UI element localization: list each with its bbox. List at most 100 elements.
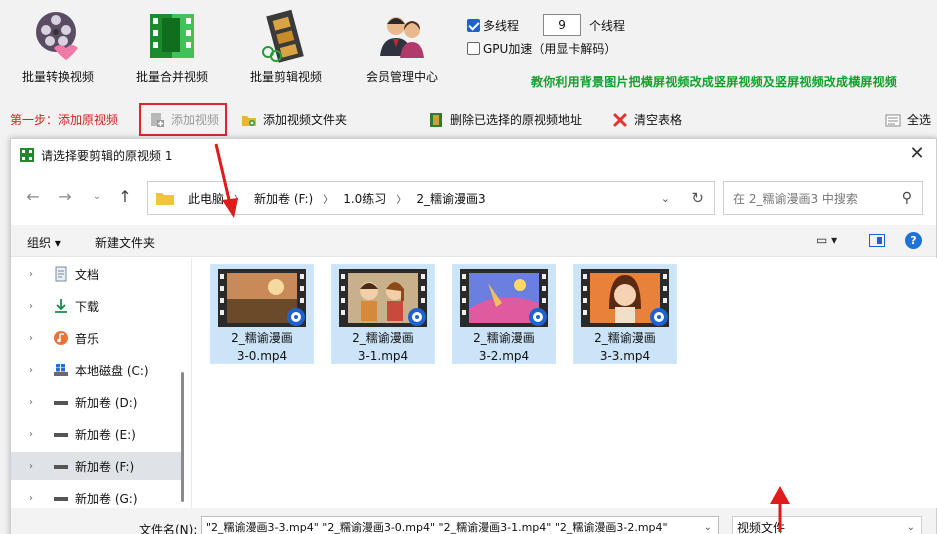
address-dropdown-icon[interactable]: ⌄ [661,192,670,205]
select-all-icon [885,114,901,126]
download-icon [55,299,67,313]
search-icon: ⚲ [901,190,912,206]
sidebar-item-drive-c[interactable]: › 本地磁盘 (C:) [11,356,181,384]
dialog-footer: 文件名(N): "2_糯谕漫画3-3.mp4" "2_糯谕漫画3-0.mp4" … [11,508,936,534]
film-merge-icon [150,14,194,58]
sidebar-item-music[interactable]: › 音乐 [11,324,181,352]
thread-count-input[interactable]: 9 [543,14,582,36]
recent-chevron-icon[interactable]: ⌄ [87,187,107,207]
file-name: 2_糯谕漫画 3-0.mp4 [231,331,293,363]
delete-selected-button[interactable]: 删除已选择的原视频地址 [428,111,582,128]
new-folder-button[interactable]: 新建文件夹 [95,234,155,251]
sidebar-label: 新加卷 (E:) [75,427,136,442]
multithread-option: 多线程 9 个线程 [467,14,625,36]
up-arrow-icon[interactable]: ↑ [115,187,135,207]
action-bar: 第一步：添加原视频 添加视频 添加视频文件夹 删除已选择的原视频地址 清空表格 … [0,102,937,136]
sidebar-item-drive-d[interactable]: › 新加卷 (D:) [11,388,181,416]
back-arrow-icon[interactable]: ← [23,187,43,207]
gpu-label: GPU加速（用显卡解码） [483,42,617,56]
sidebar-scrollbar[interactable] [181,372,184,502]
filename-value: "2_糯谕漫画3-3.mp4" "2_糯谕漫画3-0.mp4" "2_糯谕漫画3… [206,521,668,534]
navigation-bar: ← → ⌄ ↑ 此电脑 〉 新加卷 (F:) 〉 1.0练习 〉 2_糯谕漫画3… [11,175,936,219]
add-file-icon [151,112,164,127]
breadcrumb-separator-icon: 〉 [323,194,334,206]
breadcrumb-2[interactable]: 1.0练习 [343,190,386,207]
film-delete-icon [430,112,442,127]
organize-menu[interactable]: 组织 ▾ [27,234,61,251]
select-all-button[interactable]: 全选 [885,111,931,128]
app-window: 批量转换视频 批量合并视频 批量剪辑视频 会员管理中心 多线程 9 个线程 GP… [0,0,937,534]
view-options-icon[interactable]: ▭ ▾ [816,233,846,249]
batch-edit-button[interactable]: 批量剪辑视频 [236,8,336,85]
sidebar-label: 新加卷 (D:) [75,395,138,410]
add-folder-button[interactable]: 添加视频文件夹 [241,111,347,128]
annotation-arrow-icon [770,486,790,532]
sidebar-item-drive-f[interactable]: › 新加卷 (F:) [11,452,181,480]
file-item[interactable]: 2_糯谕漫画 3-2.mp4 [452,264,556,364]
gpu-checkbox[interactable] [467,42,480,55]
chevron-right-icon[interactable]: › [29,493,39,504]
film-scissors-icon [262,9,304,63]
breadcrumb-1[interactable]: 新加卷 (F:) [254,190,313,207]
chevron-right-icon[interactable]: › [29,461,39,472]
member-center-button[interactable]: 会员管理中心 [352,8,452,85]
breadcrumb-3[interactable]: 2_糯谕漫画3 [416,190,485,207]
sidebar-item-drive-e[interactable]: › 新加卷 (E:) [11,420,181,448]
file-name: 2_糯谕漫画 3-1.mp4 [352,331,414,363]
multithread-checkbox[interactable] [467,18,480,32]
file-name: 2_糯谕漫画 3-2.mp4 [473,331,535,363]
drive-icon [54,401,68,405]
step-label: 第一步：添加原视频 [10,113,119,127]
chevron-down-icon[interactable]: ⌄ [704,517,712,534]
clear-table-button[interactable]: 清空表格 [612,111,682,128]
delete-selected-label: 删除已选择的原视频地址 [450,113,583,127]
file-name: 2_糯谕漫画 3-3.mp4 [594,331,656,363]
batch-edit-label: 批量剪辑视频 [249,70,322,84]
video-thumbnail [581,269,669,327]
command-bar: 组织 ▾ 新建文件夹 ▭ ▾ ? [11,225,936,257]
chevron-right-icon[interactable]: › [29,301,39,312]
chevron-right-icon[interactable]: › [29,429,39,440]
promo-link[interactable]: 教你利用背景图片把横屏视频改成竖屏视频及竖屏视频改成横屏视频 [531,73,897,90]
file-item[interactable]: 2_糯谕漫画 3-1.mp4 [331,264,435,364]
filetype-select[interactable]: 视频文件 ⌄ [732,516,922,534]
users-icon [380,17,424,58]
help-icon[interactable]: ? [905,232,922,249]
forward-arrow-icon[interactable]: → [55,187,75,207]
batch-convert-button[interactable]: 批量转换视频 [8,8,108,85]
batch-merge-button[interactable]: 批量合并视频 [122,8,222,85]
app-icon [20,148,34,162]
file-item[interactable]: 2_糯谕漫画 3-3.mp4 [573,264,677,364]
select-all-label: 全选 [907,113,932,127]
batch-merge-label: 批量合并视频 [135,70,208,84]
close-icon[interactable]: ✕ [908,145,926,163]
sidebar-item-downloads[interactable]: › 下载 [11,292,181,320]
add-folder-label: 添加视频文件夹 [263,113,348,127]
file-item[interactable]: 2_糯谕漫画 3-0.mp4 [210,264,314,364]
filename-input[interactable]: "2_糯谕漫画3-3.mp4" "2_糯谕漫画3-0.mp4" "2_糯谕漫画3… [201,516,719,534]
dialog-title: 请选择要剪辑的原视频 1 [41,148,173,163]
document-icon [55,266,67,282]
drive-icon [54,465,68,469]
drive-icon [54,433,68,437]
sidebar-label: 新加卷 (F:) [75,459,135,474]
sidebar-item-documents[interactable]: › 文档 [11,260,181,288]
breadcrumb-separator-icon: 〉 [396,194,407,206]
preview-pane-icon[interactable] [869,234,885,247]
annotation-arrow-icon [214,143,238,218]
navigation-pane: › 文档 › 下载 › 音乐 › 本地磁盘 (C:) › 新加卷 (D:) › … [11,258,189,508]
chevron-right-icon[interactable]: › [29,365,39,376]
search-box[interactable]: 在 2_糯谕漫画3 中搜索 ⚲ [723,181,923,215]
add-video-button[interactable]: 添加视频 [139,103,227,136]
folder-icon [156,193,174,205]
video-thumbnail [339,269,427,327]
chevron-down-icon[interactable]: ⌄ [907,517,915,534]
red-x-icon [613,113,627,126]
refresh-icon[interactable]: ↻ [691,189,704,207]
chevron-right-icon[interactable]: › [29,397,39,408]
chevron-right-icon[interactable]: › [29,269,39,280]
filename-label: 文件名(N): [139,523,198,534]
chevron-right-icon[interactable]: › [29,333,39,344]
batch-convert-label: 批量转换视频 [21,70,94,84]
sidebar-label: 音乐 [75,331,100,346]
